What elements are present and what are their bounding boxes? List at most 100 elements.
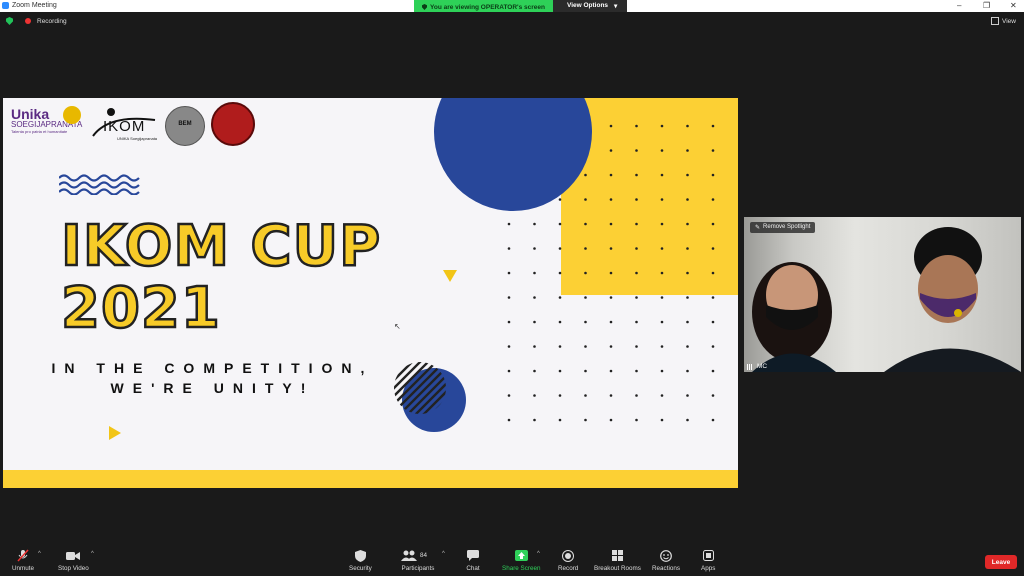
decor-dot <box>686 345 689 348</box>
viewing-indicator: You are viewing OPERATOR's screen <box>414 0 553 12</box>
share-screen-icon <box>514 549 528 562</box>
decor-dot <box>711 271 715 275</box>
decor-dot <box>609 124 613 128</box>
share-screen-button[interactable]: Share Screen <box>502 549 541 572</box>
bem-logo: BEM <box>165 106 205 146</box>
close-button[interactable]: ✕ <box>1010 1 1017 10</box>
remove-spotlight-button[interactable]: ✎ Remove Spotlight <box>750 222 816 233</box>
tagline-line-2: WE'RE UNITY! <box>110 380 315 396</box>
view-label: View <box>1002 17 1016 25</box>
grid-icon <box>610 549 624 562</box>
decor-dot <box>584 296 587 299</box>
chat-button[interactable]: Chat <box>466 549 480 572</box>
reactions-button[interactable]: Reactions <box>652 549 680 572</box>
stop-video-button[interactable]: Stop Video <box>58 549 89 572</box>
participants-count: 84 <box>420 552 428 559</box>
decor-dot <box>558 418 562 422</box>
decor-dot <box>584 247 587 250</box>
decor-dot <box>660 320 664 324</box>
decor-dot <box>635 320 638 324</box>
decor-dot <box>533 247 536 250</box>
title-line-1: IKOM CUP <box>60 214 382 279</box>
decor-dot <box>609 394 613 397</box>
mouse-cursor-icon: ↖ <box>394 322 401 331</box>
shield-icon <box>353 549 367 562</box>
decor-dot <box>533 394 536 397</box>
decor-dot <box>711 296 715 299</box>
decor-dot <box>660 198 664 201</box>
decor-dot <box>711 394 715 397</box>
decor-dot <box>558 296 562 299</box>
decor-dot <box>635 394 638 397</box>
encryption-shield-icon[interactable] <box>6 17 13 25</box>
participants-label: Participants <box>401 565 435 572</box>
decor-dot <box>609 149 613 152</box>
decor-dot <box>609 369 613 373</box>
video-options-caret-icon[interactable]: ^ <box>91 551 94 557</box>
view-button[interactable]: View <box>991 17 1016 25</box>
leave-button[interactable]: Leave <box>985 555 1017 569</box>
share-options-caret-icon[interactable]: ^ <box>537 551 540 557</box>
decor-dot <box>609 247 613 250</box>
decor-dot <box>711 247 715 250</box>
chat-icon <box>466 549 480 562</box>
decor-dot <box>558 271 562 275</box>
yellow-bottom-bar <box>3 470 738 488</box>
meeting-status: Recording <box>6 17 67 25</box>
decor-dot <box>686 222 689 226</box>
participants-button[interactable]: 84 Participants <box>401 549 435 572</box>
signal-bars-icon <box>747 363 754 370</box>
decor-dot <box>584 394 587 397</box>
slide-tagline: IN THE COMPETITION, WE'RE UNITY! <box>45 358 380 398</box>
decor-dot <box>584 345 587 348</box>
decor-dot <box>584 418 587 422</box>
maximize-button[interactable]: ❐ <box>983 1 990 10</box>
decor-dot <box>609 418 613 422</box>
title-line-2: 2021 <box>60 276 221 341</box>
decor-dot <box>711 345 715 348</box>
decor-dot <box>686 149 689 152</box>
decor-dot <box>686 369 689 373</box>
decor-dot <box>660 247 664 250</box>
unmute-button[interactable]: Unmute <box>12 549 34 572</box>
audio-options-caret-icon[interactable]: ^ <box>38 551 41 557</box>
decor-dot <box>609 198 613 201</box>
shared-screen-slide: Unika SOEGIJAPRANATA Talenta pro patria … <box>3 98 738 488</box>
decor-dot <box>660 149 664 152</box>
breakout-rooms-button[interactable]: Breakout Rooms <box>594 549 641 572</box>
decor-dot <box>584 198 587 201</box>
decor-dot <box>609 320 613 324</box>
unika-motto: Talenta pro patria et humanitate <box>11 129 68 134</box>
decor-dot <box>686 124 689 128</box>
decor-dot <box>686 173 689 177</box>
decor-dot <box>660 369 664 373</box>
yellow-triangle-down <box>443 270 457 282</box>
record-button[interactable]: Record <box>558 549 578 572</box>
remove-spotlight-label: Remove Spotlight <box>763 224 811 230</box>
decor-dot <box>711 173 715 177</box>
decor-dot <box>558 198 562 201</box>
view-options-button[interactable]: View Options ▾ <box>552 0 628 12</box>
decor-dot <box>533 296 536 299</box>
spotlight-video-tile[interactable]: ✎ Remove Spotlight MC <box>744 217 1021 372</box>
apps-button[interactable]: Apps <box>701 549 715 572</box>
shield-check-icon <box>422 4 427 10</box>
minimize-button[interactable]: – <box>957 1 961 10</box>
decor-dot <box>609 271 613 275</box>
decor-dot <box>635 296 638 299</box>
meeting-toolbar: Unmute ^ Stop Video ^ Security 84 Partic… <box>0 544 1024 576</box>
ikom-text: IKOM <box>103 118 146 135</box>
participants-caret-icon[interactable]: ^ <box>442 551 445 557</box>
decor-dot <box>711 149 715 152</box>
tagline-line-1: IN THE COMPETITION, <box>51 360 374 376</box>
video-camera-icon <box>66 549 81 562</box>
decor-dot <box>711 369 715 373</box>
recording-dot-icon <box>25 18 31 24</box>
decor-dot <box>533 418 536 422</box>
decor-dot <box>533 345 536 348</box>
decor-dot <box>507 394 511 397</box>
decor-dot <box>660 345 664 348</box>
security-button[interactable]: Security <box>349 549 372 572</box>
decor-dot <box>686 198 689 201</box>
decor-dot <box>635 271 638 275</box>
